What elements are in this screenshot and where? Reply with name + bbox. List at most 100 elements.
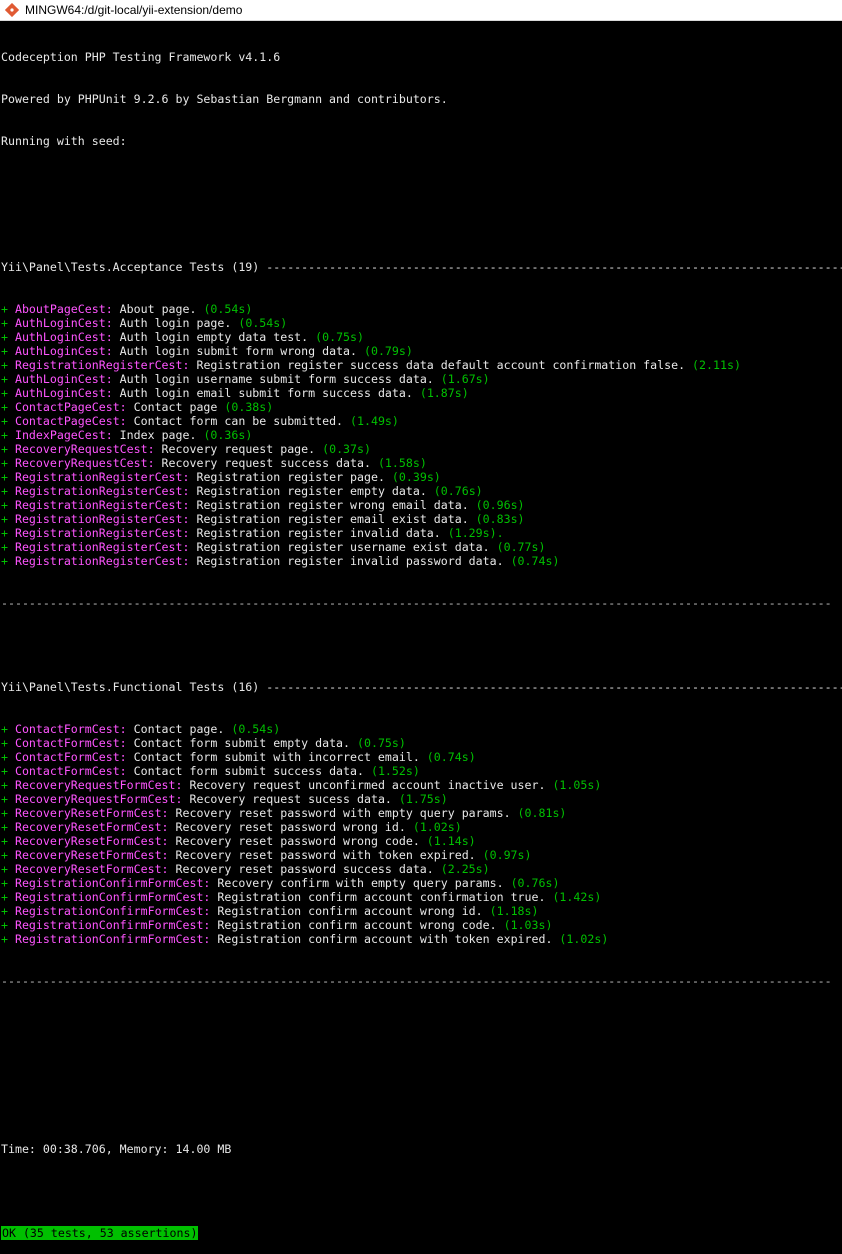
test-duration: (0.81s) [510, 806, 567, 820]
test-cest-name: ContactFormCest: [14, 722, 127, 736]
test-row: + RegistrationRegisterCest: Registration… [1, 540, 842, 554]
pass-marker: + [1, 834, 15, 848]
test-row: + RegistrationRegisterCest: Registration… [1, 484, 842, 498]
pass-marker: + [1, 344, 15, 358]
test-duration: (1.18s) [482, 904, 539, 918]
test-duration: (0.36s) [196, 428, 253, 442]
test-cest-name: AuthLoginCest: [14, 344, 113, 358]
pass-marker: + [1, 918, 15, 932]
test-duration: (1.42s) [545, 890, 602, 904]
pass-marker: + [1, 932, 15, 946]
test-cest-name: ContactPageCest: [14, 414, 127, 428]
test-duration: (1.03s) [496, 918, 553, 932]
pass-marker: + [1, 554, 15, 568]
test-description: Registration register invalid password d… [189, 554, 504, 568]
test-row: + RegistrationRegisterCest: Registration… [1, 470, 842, 484]
test-duration: (0.75s) [308, 330, 364, 344]
test-row: + RecoveryRequestCest: Recovery request … [1, 442, 842, 456]
pass-marker: + [1, 372, 15, 386]
terminal-output[interactable]: Codeception PHP Testing Framework v4.1.6… [0, 21, 842, 1254]
test-description: Registration register wrong email data. [189, 498, 469, 512]
test-description: Contact form submit with incorrect email… [126, 750, 420, 764]
test-description: Auth login empty data test. [112, 330, 309, 344]
suite-rule: ----------------------------------------… [266, 260, 842, 274]
test-cest-name: AuthLoginCest: [14, 330, 113, 344]
test-description: About page. [112, 302, 197, 316]
test-duration: (2.25s) [433, 862, 490, 876]
test-row: + IndexPageCest: Index page. (0.36s) [1, 428, 842, 442]
test-row: + AuthLoginCest: Auth login empty data t… [1, 330, 842, 344]
pass-marker: + [1, 764, 15, 778]
test-duration: (1.29s). [440, 526, 504, 540]
test-row: + ContactPageCest: Contact page (0.38s) [1, 400, 842, 414]
pass-marker: + [1, 428, 15, 442]
test-description: Registration register username exist dat… [189, 540, 490, 554]
pass-marker: + [1, 302, 15, 316]
test-cest-name: RecoveryRequestCest: [14, 456, 155, 470]
test-cest-name: AboutPageCest: [14, 302, 113, 316]
test-cest-name: RecoveryResetFormCest: [14, 820, 169, 834]
test-duration: (0.96s) [468, 498, 525, 512]
test-description: Recovery request unconfirmed account ina… [182, 778, 546, 792]
test-row: + AuthLoginCest: Auth login username sub… [1, 372, 842, 386]
test-description: Index page. [112, 428, 197, 442]
test-description: Recovery request page. [154, 442, 316, 456]
test-duration: (0.54s) [224, 722, 281, 736]
test-cest-name: RegistrationRegisterCest: [14, 358, 190, 372]
test-cest-name: ContactFormCest: [14, 764, 127, 778]
test-row: + RegistrationRegisterCest: Registration… [1, 498, 842, 512]
pass-marker: + [1, 358, 15, 372]
functional-test-list: + ContactFormCest: Contact page. (0.54s)… [1, 722, 842, 946]
test-cest-name: RegistrationRegisterCest: [14, 512, 190, 526]
test-duration: (1.87s) [412, 386, 469, 400]
test-duration: (0.54s) [196, 302, 253, 316]
test-cest-name: RegistrationRegisterCest: [14, 484, 190, 498]
pass-marker: + [1, 540, 15, 554]
pass-marker: + [1, 876, 15, 890]
pass-marker: + [1, 386, 15, 400]
test-cest-name: RegistrationConfirmFormCest: [14, 876, 211, 890]
test-cest-name: RegistrationRegisterCest: [14, 498, 190, 512]
test-duration: (0.37s) [315, 442, 371, 456]
test-duration: (1.67s) [433, 372, 490, 386]
test-description: Registration confirm account with token … [210, 932, 553, 946]
test-duration: (0.83s) [468, 512, 525, 526]
test-description: Auth login email submit form success dat… [112, 386, 413, 400]
test-duration: (1.02s) [405, 820, 462, 834]
pass-marker: + [1, 890, 15, 904]
pass-marker: + [1, 904, 15, 918]
test-row: + RegistrationRegisterCest: Registration… [1, 358, 842, 372]
suite-title: Yii\Panel\Tests.Acceptance Tests (19) [1, 260, 260, 274]
test-description: Contact page [126, 400, 218, 414]
test-cest-name: RegistrationConfirmFormCest: [14, 890, 211, 904]
test-row: + RecoveryResetFormCest: Recovery reset … [1, 848, 842, 862]
test-row: + ContactFormCest: Contact form submit e… [1, 736, 842, 750]
test-description: Registration register email exist data. [189, 512, 469, 526]
test-row: + ContactPageCest: Contact form can be s… [1, 414, 842, 428]
test-duration: (2.11s) [685, 358, 741, 372]
pass-marker: + [1, 330, 15, 344]
test-description: Recovery request success data. [154, 456, 371, 470]
divider: ----------------------------------------… [1, 596, 832, 610]
test-cest-name: RegistrationRegisterCest: [14, 540, 190, 554]
test-description: Auth login page. [112, 316, 232, 330]
test-duration: (1.05s) [545, 778, 602, 792]
test-duration: (1.75s) [391, 792, 448, 806]
test-cest-name: RecoveryRequestFormCest: [14, 792, 183, 806]
test-duration: (0.79s) [357, 344, 413, 358]
pass-marker: + [1, 806, 15, 820]
test-duration: (1.02s) [552, 932, 609, 946]
pass-marker: + [1, 778, 15, 792]
acceptance-test-list: + AboutPageCest: About page. (0.54s) + Au… [1, 302, 842, 568]
pass-marker: + [1, 414, 15, 428]
test-duration: (0.74s) [503, 554, 560, 568]
test-row: + RegistrationRegisterCest: Registration… [1, 512, 842, 526]
test-duration: (1.52s) [363, 764, 420, 778]
pass-marker: + [1, 456, 15, 470]
result-badge: OK (35 tests, 53 assertions) [1, 1226, 199, 1240]
test-row: + ContactFormCest: Contact page. (0.54s) [1, 722, 842, 736]
test-row: + RecoveryResetFormCest: Recovery reset … [1, 862, 842, 876]
test-row: + RecoveryRequestFormCest: Recovery requ… [1, 792, 842, 806]
test-description: Contact page. [126, 722, 225, 736]
suite-rule: ----------------------------------------… [266, 680, 842, 694]
